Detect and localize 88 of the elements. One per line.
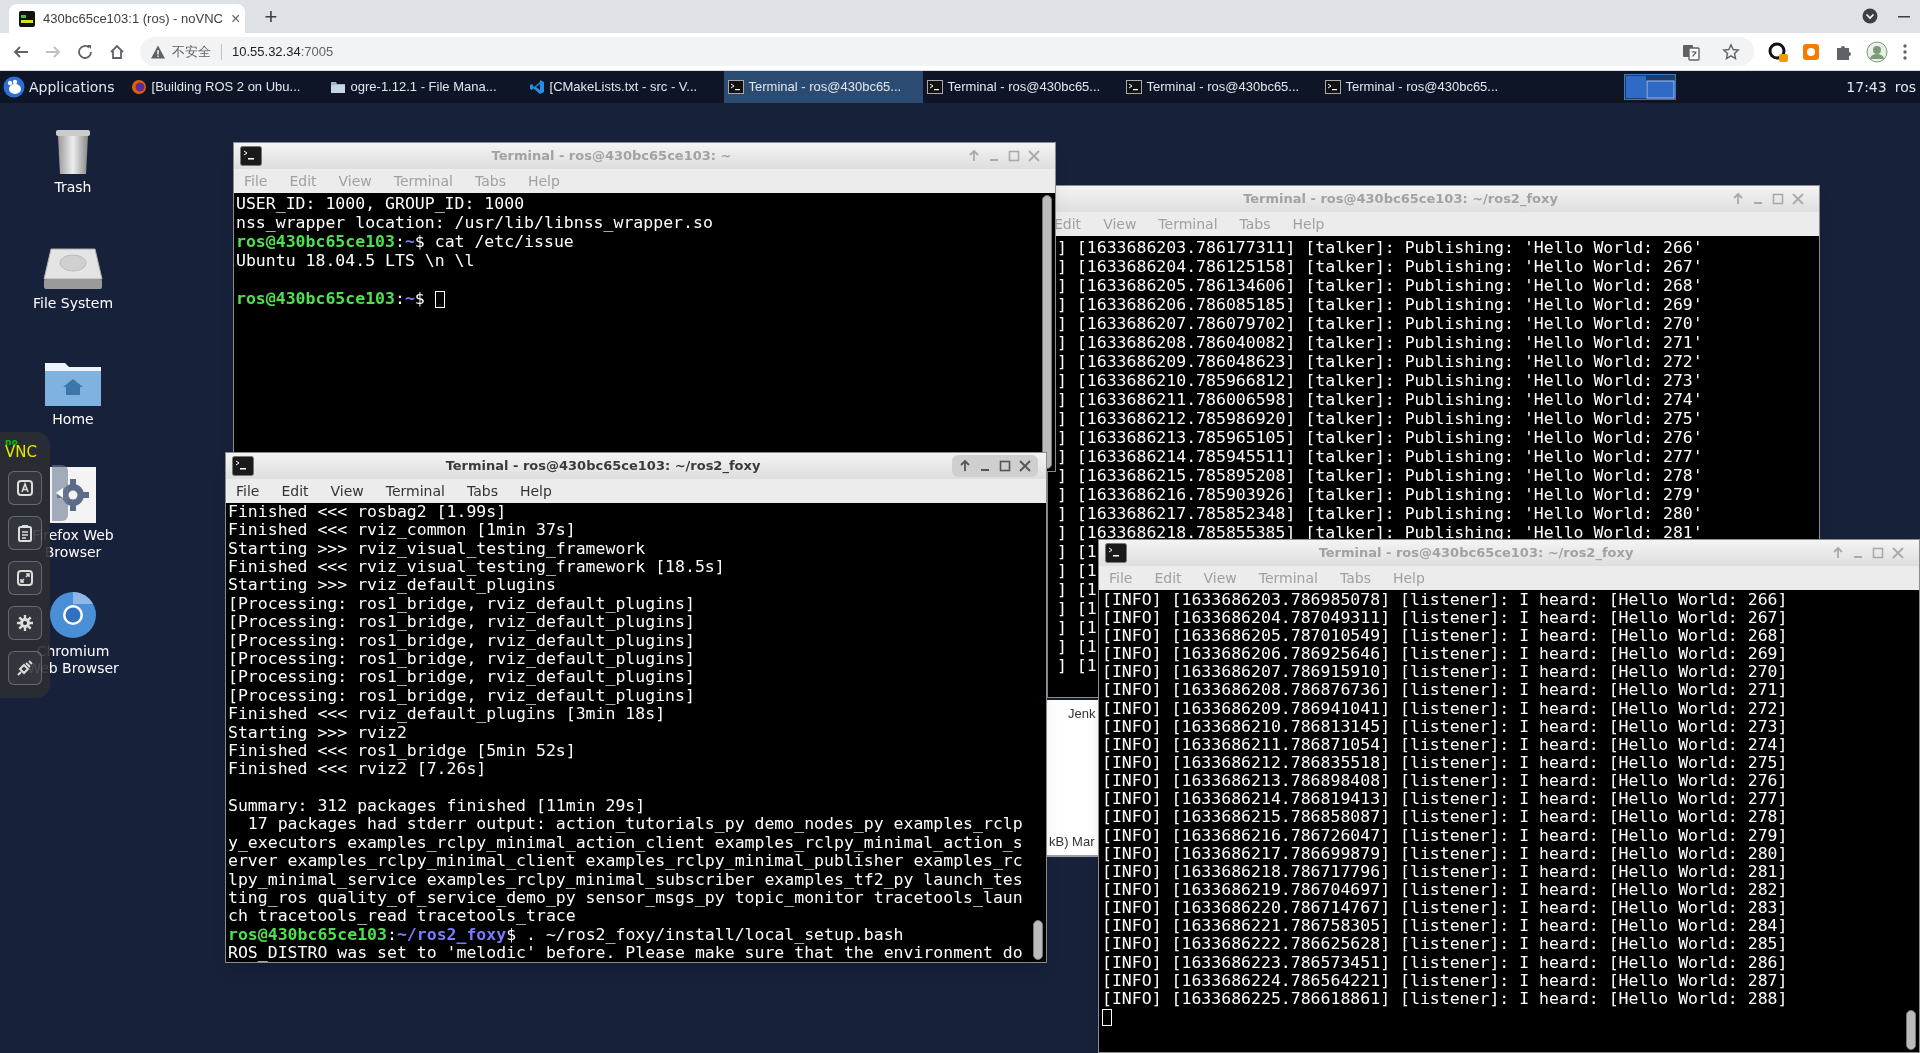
folder-icon [329,79,346,95]
maximize-icon[interactable] [998,459,1012,473]
menu-item[interactable]: View [330,480,364,502]
terminal-line: ROS_DISTRO was set to 'melodic' before. Please make sure that the environment do [228,943,1023,962]
taskbar-item[interactable]: Terminal - ros@430bc65... [1320,71,1520,103]
menu-item[interactable]: Tabs [466,480,498,502]
close-icon[interactable] [1018,459,1032,473]
fullscreen-button[interactable] [8,561,42,595]
workspace-switcher[interactable] [1623,74,1676,100]
extension-icon[interactable] [1768,41,1788,62]
browser-tab[interactable]: 430bc65ce103:1 (ros) - noVNC × [9,4,245,33]
menu-item[interactable]: File [236,480,260,502]
security-label: 不安全 [172,42,211,61]
url-text: 10.55.32.34:7005 [232,42,334,61]
terminal-icon [1125,79,1142,95]
translate-icon[interactable] [1682,42,1700,61]
tab-title: 430bc65ce103:1 (ros) - noVNC [43,9,223,28]
clock-text: 17:43 [1846,77,1887,97]
terminal-line: [INFO] [1633686213.786898408] [listener]: I heard: [Hello World: 276] [1102,771,1788,792]
scrollbar[interactable] [1039,193,1055,471]
dropdown-icon[interactable] [1862,8,1878,24]
clipboard-icon [16,524,34,542]
prompt-line: ros@430bc65ce103:~$ [236,288,426,311]
window-title: Terminal - ros@430bc65ce103: ~/ros2_foxy [1318,544,1634,563]
keyboard-button[interactable] [8,471,42,505]
terminal-icon [1324,79,1341,95]
menu-item[interactable]: Edit [281,480,309,502]
address-bar[interactable]: 不安全 10.55.32.34:7005 [140,37,1754,66]
taskbar-item[interactable]: [CMakeLists.txt - src - V... [524,71,724,103]
fullscreen-icon [16,569,34,587]
trash-can-icon[interactable] [55,127,91,175]
terminal-line: [INFO] [1633686221.786758305] [listener]: I heard: [Hello World: 284] [1102,916,1788,937]
reload-icon[interactable] [76,42,94,61]
terminal-line: ting_ros quality_of_service_demo_py sensor_msgs_py topic_monitor tracetools_laun [228,888,1023,909]
taskbar-item[interactable]: Terminal - ros@430bc65... [1121,71,1321,103]
terminal-icon [727,79,744,95]
terminal-line: Finished <<< rviz2 [7.26s] [228,759,487,781]
user-label: ros [1894,77,1916,97]
terminal-icon [926,79,943,95]
app-icon [19,10,35,27]
mouse-icon [3,76,25,98]
terminal-line: [INFO] [1633686214.786819413] [listener]: I heard: [Hello World: 277] [1102,789,1788,810]
taskbar-item[interactable]: Terminal - ros@430bc65... [922,71,1122,103]
panel-handle[interactable] [52,465,68,521]
caret-icon [56,488,64,498]
settings-icon [16,614,34,632]
home-icon[interactable] [108,42,126,61]
window-title: Terminal - ros@430bc65ce103: ~ [491,147,732,166]
terminal-icon [232,456,254,476]
desktop-icon-label[interactable]: Trash [23,179,123,196]
browser-icon [130,79,147,95]
terminal-line: Summary: 312 packages finished [11min 29s] [228,795,646,817]
terminal-line: [INFO] [1633686205.787010549] [listener]: I heard: [Hello World: 268] [1102,626,1788,647]
taskbar-item[interactable]: [Building ROS 2 on Ubu... [126,71,326,103]
window-title: Terminal - ros@430bc65ce103: ~/ros2_foxy [445,457,761,476]
terminal-line: USER_ID: 1000, GROUP_ID: 1000 [236,193,525,216]
chromium-icon[interactable] [49,591,97,639]
tab-close-button[interactable]: × [230,9,241,28]
terminal-line: [INFO] [1633686220.786714767] [listener]: I heard: [Hello World: 283] [1102,898,1788,919]
terminal-line: [INFO] [1633686206.786925646] [listener]: I heard: [Hello World: 269] [1102,644,1788,665]
new-tab-button[interactable]: + [259,5,283,29]
desktop-icon-label[interactable]: File System [23,295,123,312]
settings-button[interactable] [8,606,42,640]
taskbar-item[interactable]: Terminal - ros@430bc65... [723,71,923,103]
code-editor-icon [528,79,545,95]
menu-icon[interactable] [1902,42,1908,61]
desktop-icon-label[interactable]: Home [23,411,123,428]
window-title: Terminal - ros@430bc65ce103: ~/ros2_foxy [1243,190,1558,209]
warning-icon [150,43,166,60]
window-text: kB) Mar [1049,832,1095,851]
hard-drive-icon[interactable] [43,247,103,291]
terminal-line: Finished <<< rviz_visual_testing_framework [18.5s] [228,557,725,578]
star-icon[interactable] [1722,42,1740,61]
arrow-up-icon[interactable] [958,459,972,473]
profile-icon[interactable] [1866,40,1888,63]
window-text: Jenk [1068,705,1096,723]
terminal-icon [1105,543,1127,563]
terminal-line: nss_wrapper location: /usr/lib/libnss_wrapper.so [236,213,713,235]
gear-document-icon[interactable] [50,467,96,523]
menu-item[interactable]: Help [519,480,552,502]
terminal-icon [240,146,262,166]
terminal-line: [INFO] [1633686207.786915910] [listener]: I heard: [Hello World: 270] [1102,662,1788,683]
logo-text: VNC [5,445,37,460]
applications-menu[interactable]: Applications [0,71,123,103]
taskbar-item[interactable]: ogre-1.12.1 - File Mana... [325,71,525,103]
keyboard-icon [16,479,34,497]
menu-item[interactable]: Terminal [385,480,445,502]
terminal-line: Finished <<< rosbag2 [1.99s] [228,503,507,523]
